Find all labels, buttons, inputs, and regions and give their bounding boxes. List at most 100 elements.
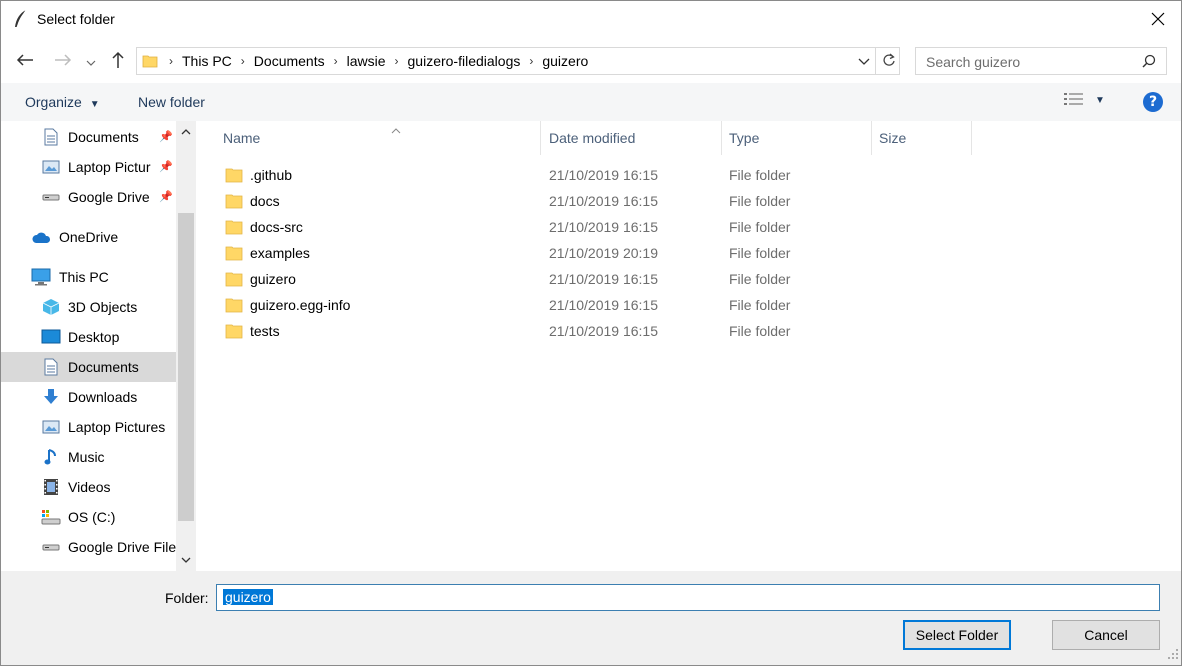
column-header-size[interactable]: Size [872,121,972,155]
search-box[interactable] [915,47,1167,75]
desktop-icon [41,327,61,347]
list-item[interactable]: examples 21/10/2019 20:19 File folder [223,240,1003,266]
chevron-right-icon[interactable]: › [237,54,249,68]
sidebar-item-videos[interactable]: Videos [1,472,176,502]
list-item[interactable]: guizero 21/10/2019 16:15 File folder [223,266,1003,292]
sidebar-scrollbar[interactable] [176,121,196,571]
pictures-icon [41,417,61,437]
folder-icon [225,244,243,265]
breadcrumb-this-pc[interactable]: This PC [177,53,237,69]
select-folder-dialog: Select folder › This PC › Documents › la… [0,0,1182,666]
file-name: examples [250,245,310,261]
sidebar-item-documents-quick[interactable]: Documents 📌 [1,122,176,152]
sort-ascending-icon [391,121,401,137]
forward-button[interactable] [51,49,75,73]
breadcrumb-lawsie[interactable]: lawsie [342,53,391,69]
file-type: File folder [729,193,791,209]
sidebar-item-label: Downloads [68,389,138,405]
search-icon[interactable] [1142,54,1156,71]
sidebar-item-desktop[interactable]: Desktop [1,322,176,352]
select-folder-button[interactable]: Select Folder [903,620,1011,650]
chevron-down-icon [86,53,96,69]
breadcrumb-documents[interactable]: Documents [249,53,330,69]
close-icon [1151,12,1165,29]
sidebar-item-label: OneDrive [59,229,119,245]
file-name: .github [250,167,293,183]
resize-grip-icon[interactable] [1167,647,1179,663]
documents-icon [41,127,61,147]
folder-icon [225,218,243,239]
videos-icon [41,477,61,497]
cancel-button[interactable]: Cancel [1052,620,1160,650]
folder-name-input[interactable]: guizero [216,584,1160,611]
scroll-down-button[interactable] [176,549,196,571]
sidebar-item-label: This PC [59,269,109,285]
sidebar-item-laptop-pictures-quick[interactable]: Laptop Pictur 📌 [1,152,176,182]
file-date: 21/10/2019 16:15 [549,323,658,339]
navigation-bar: › This PC › Documents › lawsie › guizero… [1,39,1181,83]
sidebar-item-google-drive-quick[interactable]: Google Drive 📌 [1,182,176,212]
help-button[interactable]: ? [1143,92,1163,112]
search-input[interactable] [926,54,1126,70]
list-item[interactable]: .github 21/10/2019 16:15 File folder [223,162,1003,188]
feather-app-icon [13,9,29,29]
organize-label: Organize [25,94,82,110]
organize-menu-button[interactable]: Organize ▼ [25,94,100,110]
sidebar-item-downloads[interactable]: Downloads [1,382,176,412]
recent-locations-button[interactable] [81,49,101,73]
caret-down-icon: ▼ [89,99,100,110]
up-button[interactable] [106,49,130,73]
folder-icon [225,166,243,187]
sidebar-item-this-pc[interactable]: This PC [1,262,176,292]
sidebar-item-onedrive[interactable]: OneDrive [1,222,176,252]
address-dropdown-button[interactable] [855,53,873,71]
folder-icon [142,53,158,72]
file-type: File folder [729,323,791,339]
breadcrumb-guizero[interactable]: guizero [537,53,593,69]
details-view-icon [1063,92,1085,109]
close-button[interactable] [1135,1,1181,39]
sidebar-item-3d-objects[interactable]: 3D Objects [1,292,176,322]
sidebar-item-music[interactable]: Music [1,442,176,472]
sidebar-item-os-c[interactable]: OS (C:) [1,502,176,532]
sidebar-item-laptop-pictures[interactable]: Laptop Pictures [1,412,176,442]
chevron-right-icon[interactable]: › [391,54,403,68]
breadcrumb-guizero-filedialogs[interactable]: guizero-filedialogs [403,53,526,69]
refresh-button[interactable] [875,48,901,74]
list-item[interactable]: tests 21/10/2019 16:15 File folder [223,318,1003,344]
file-list: Name Date modified Type Size .github 21/… [197,121,1181,571]
file-type: File folder [729,271,791,287]
file-name: tests [250,323,280,339]
sidebar-item-google-drive-file[interactable]: Google Drive File [1,532,176,562]
sidebar-item-label: Laptop Pictures [68,419,166,435]
file-name: guizero.egg-info [250,297,351,313]
change-view-button[interactable]: ▼ [1063,92,1105,109]
column-header-name[interactable]: Name [216,121,541,155]
list-item[interactable]: guizero.egg-info 21/10/2019 16:15 File f… [223,292,1003,318]
chevron-right-icon[interactable]: › [525,54,537,68]
sidebar-item-label: Music [68,449,105,465]
column-header-type[interactable]: Type [722,121,872,155]
back-button[interactable] [13,49,37,73]
pin-icon: 📌 [159,131,173,143]
drive-icon [41,187,61,207]
address-bar[interactable]: › This PC › Documents › lawsie › guizero… [136,47,900,75]
scrollbar-thumb[interactable] [178,213,194,521]
new-folder-button[interactable]: New folder [138,94,205,110]
chevron-right-icon[interactable]: › [330,54,342,68]
refresh-icon [882,53,896,70]
arrow-left-icon [16,53,34,70]
3d-objects-icon [41,297,61,317]
sidebar-item-label: 3D Objects [68,299,138,315]
column-header-date-modified[interactable]: Date modified [542,121,722,155]
file-date: 21/10/2019 16:15 [549,193,658,209]
folder-icon [225,322,243,343]
window-title: Select folder [37,11,115,27]
drive-c-icon [41,507,61,527]
sidebar-item-label: Laptop Pictur [68,159,151,175]
list-item[interactable]: docs-src 21/10/2019 16:15 File folder [223,214,1003,240]
sidebar-item-documents[interactable]: Documents [1,352,176,382]
file-type: File folder [729,219,791,235]
list-item[interactable]: docs 21/10/2019 16:15 File folder [223,188,1003,214]
scroll-up-button[interactable] [176,121,196,143]
